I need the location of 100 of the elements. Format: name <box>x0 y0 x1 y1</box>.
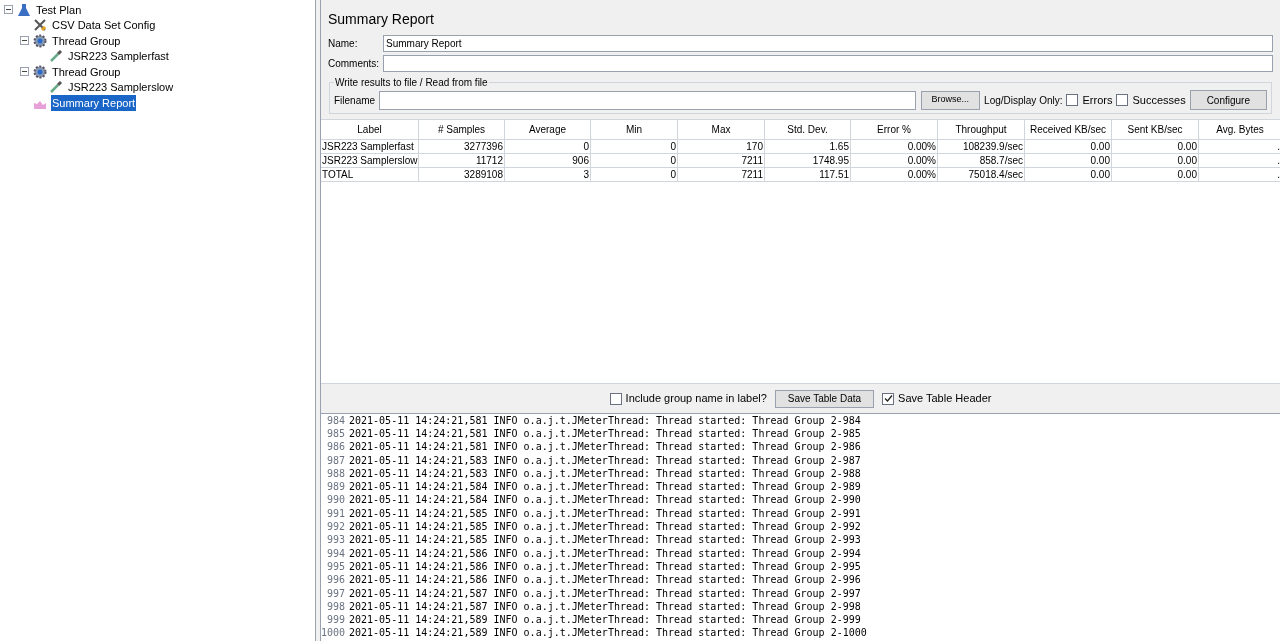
line-number: 984 <box>325 414 346 427</box>
table-cell: 3277396 <box>419 140 505 153</box>
line-number: 990 <box>325 494 346 507</box>
column-header[interactable]: Std. Dev. <box>765 120 851 139</box>
table-cell: JSR223 Samplerfast <box>321 140 419 153</box>
comments-field[interactable] <box>383 55 1273 72</box>
table-cell: 0.00% <box>851 140 938 153</box>
tools-icon <box>33 18 47 33</box>
column-header[interactable]: Received KB/sec <box>1025 120 1112 139</box>
line-number: 993 <box>325 534 346 547</box>
tree-item[interactable]: Thread Group <box>51 32 122 49</box>
log-line: 2021-05-11 14:24:21,585 INFO o.a.j.t.JMeterThread: Thread started: Thread Group 2-992 <box>349 521 861 533</box>
log-line: 2021-05-11 14:24:21,583 INFO o.a.j.t.JMeterThread: Thread started: Thread Group 2-988 <box>349 467 861 480</box>
errors-checkbox[interactable] <box>1066 94 1079 106</box>
panel-title: Summary Report <box>328 10 435 29</box>
column-header[interactable]: Max <box>678 120 765 139</box>
table-cell: JSR223 Samplerslow <box>321 154 419 167</box>
collapse-toggle[interactable] <box>20 67 29 77</box>
field-label: Name: <box>328 37 359 51</box>
checkbox-label: Errors <box>1082 92 1113 108</box>
column-header[interactable]: # Samples <box>419 120 505 139</box>
table-cell: 0 <box>591 168 678 181</box>
line-number: 987 <box>325 454 346 467</box>
table-cell: 0 <box>591 154 678 167</box>
minus-icon <box>6 7 11 13</box>
table-cell: 0.00% <box>851 154 938 167</box>
save-header-checkbox[interactable] <box>882 392 895 405</box>
log-line: 2021-05-11 14:24:21,586 INFO o.a.j.t.JMeterThread: Thread started: Thread Group 2-994 <box>349 547 861 560</box>
line-number: 992 <box>325 521 346 533</box>
table-cell: 0 <box>591 140 678 153</box>
table-cell: 1748.95 <box>765 154 851 167</box>
log-line: 2021-05-11 14:24:21,584 INFO o.a.j.t.JMeterThread: Thread started: Thread Group 2-989 <box>349 481 861 494</box>
table-cell: . <box>1199 140 1280 153</box>
tree-item[interactable]: JSR223 Samplerslow <box>67 79 175 96</box>
group-legend: Write results to file / Read from file <box>334 75 489 90</box>
tree-item[interactable]: Test Plan <box>35 1 83 18</box>
tree-item[interactable]: Summary Report <box>51 94 137 111</box>
log-line: 2021-05-11 14:24:21,584 INFO o.a.j.t.JMeterThread: Thread started: Thread Group 2-990 <box>349 494 861 507</box>
flask-icon <box>17 2 31 17</box>
log-line: 2021-05-11 14:24:21,581 INFO o.a.j.t.JMeterThread: Thread started: Thread Group 2-985 <box>349 427 861 440</box>
log-line: 2021-05-11 14:24:21,586 INFO o.a.j.t.JMeterThread: Thread started: Thread Group 2-996 <box>349 574 861 587</box>
log-line: 2021-05-11 14:24:21,587 INFO o.a.j.t.JMeterThread: Thread started: Thread Group 2-998 <box>349 600 861 613</box>
tree-item[interactable]: Thread Group <box>51 63 122 80</box>
line-number: 994 <box>325 547 346 560</box>
log-line: 2021-05-11 14:24:21,585 INFO o.a.j.t.JMeterThread: Thread started: Thread Group 2-991 <box>349 507 861 520</box>
column-header[interactable]: Throughput <box>938 120 1025 139</box>
table-cell: 117.51 <box>765 168 851 181</box>
log-line: 2021-05-11 14:24:21,585 INFO o.a.j.t.JMeterThread: Thread started: Thread Group 2-993 <box>349 534 861 547</box>
name-field[interactable]: Summary Report <box>383 35 1273 52</box>
line-number: 986 <box>325 441 346 454</box>
checkbox-label: Successes <box>1132 92 1186 108</box>
column-header[interactable]: Avg. Bytes <box>1199 120 1280 139</box>
line-number: 996 <box>325 574 346 587</box>
table-cell: 0.00 <box>1112 140 1199 153</box>
configure-button[interactable]: Configure <box>1189 90 1267 110</box>
tree-item[interactable]: CSV Data Set Config <box>51 17 157 34</box>
line-number: 988 <box>325 467 346 480</box>
column-header[interactable]: Average <box>505 120 591 139</box>
collapse-toggle[interactable] <box>20 36 29 46</box>
table-cell: 11712 <box>419 154 505 167</box>
table-cell: 75018.4/sec <box>938 168 1025 181</box>
filename-field[interactable] <box>379 90 916 110</box>
log-line: 2021-05-11 14:24:21,581 INFO o.a.j.t.JMeterThread: Thread started: Thread Group 2-984 <box>349 414 861 427</box>
checkbox-label: Save Table Header <box>898 391 992 407</box>
pipette-icon <box>49 49 63 64</box>
collapse-toggle[interactable] <box>4 5 13 15</box>
successes-checkbox[interactable] <box>1116 94 1129 106</box>
table-cell: 0.00 <box>1025 154 1112 167</box>
table-cell: 170 <box>678 140 765 153</box>
include-group-checkbox[interactable] <box>609 392 622 405</box>
line-number: 998 <box>325 600 346 613</box>
log-line: 2021-05-11 14:24:21,586 INFO o.a.j.t.JMeterThread: Thread started: Thread Group 2-995 <box>349 560 861 573</box>
log-line: 2021-05-11 14:24:21,583 INFO o.a.j.t.JMeterThread: Thread started: Thread Group 2-987 <box>349 454 861 467</box>
browse-button[interactable]: Browse... <box>920 90 981 110</box>
table-cell: 0 <box>505 140 591 153</box>
table-cell: 858.7/sec <box>938 154 1025 167</box>
gear-icon <box>33 64 47 79</box>
table-cell: 0.00 <box>1025 168 1112 181</box>
table-cell: 0.00% <box>851 168 938 181</box>
log-line: 2021-05-11 14:24:21,589 INFO o.a.j.t.JMeterThread: Thread started: Thread Group 2-999 <box>349 614 861 627</box>
save-table-data-button[interactable]: Save Table Data <box>774 389 875 408</box>
checkbox-label: Include group name in label? <box>625 391 767 407</box>
line-number: 995 <box>325 560 346 573</box>
tree-item[interactable]: JSR223 Samplerfast <box>67 48 170 65</box>
table-cell: 1.65 <box>765 140 851 153</box>
minus-icon <box>22 69 27 75</box>
table-cell: 108239.9/sec <box>938 140 1025 153</box>
table-cell: . <box>1199 168 1280 181</box>
table-cell: 3 <box>505 168 591 181</box>
log-line: 2021-05-11 14:24:21,581 INFO o.a.j.t.JMeterThread: Thread started: Thread Group 2-986 <box>349 441 861 454</box>
table-cell: 7211 <box>678 168 765 181</box>
line-number: 999 <box>325 614 346 627</box>
table-cell: TOTAL <box>321 168 419 181</box>
column-header[interactable]: Min <box>591 120 678 139</box>
column-header[interactable]: Sent KB/sec <box>1112 120 1199 139</box>
column-header[interactable]: Label <box>321 120 419 139</box>
table-cell: 0.00 <box>1112 168 1199 181</box>
log-line: 2021-05-11 14:24:21,587 INFO o.a.j.t.JMeterThread: Thread started: Thread Group 2-997 <box>349 587 861 600</box>
log-display-label: Log/Display Only: <box>984 93 1063 108</box>
column-header[interactable]: Error % <box>851 120 938 139</box>
